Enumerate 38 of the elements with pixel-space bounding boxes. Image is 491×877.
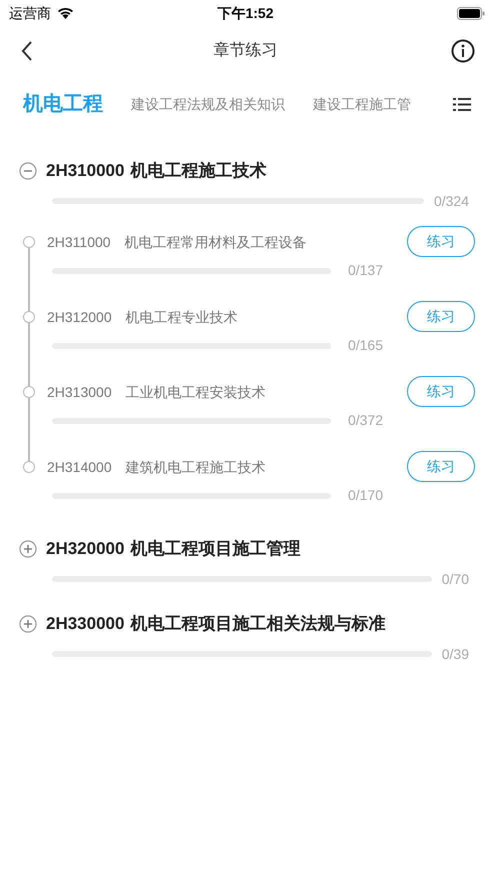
question-count: 0/137 bbox=[346, 261, 383, 280]
question-count: 0/70 bbox=[442, 570, 469, 588]
expand-icon[interactable] bbox=[19, 615, 37, 633]
chapter-title: 机电工程项目施工相关法规与标准 bbox=[130, 613, 386, 636]
chapter-title: 机电工程项目施工管理 bbox=[130, 538, 300, 560]
section-title: 机电工程专业技术 bbox=[126, 308, 238, 326]
section-code: 2H314000 bbox=[47, 458, 112, 476]
chapter-title: 机电工程施工技术 bbox=[130, 160, 266, 182]
section-title: 机电工程常用材料及工程设备 bbox=[124, 233, 307, 251]
section-code: 2H311000 bbox=[47, 233, 111, 251]
question-count: 0/170 bbox=[346, 486, 383, 505]
battery-icon bbox=[457, 6, 485, 20]
practice-button[interactable]: 练习 bbox=[407, 301, 475, 332]
collapse-icon[interactable] bbox=[19, 162, 37, 180]
category-tab[interactable]: 建设工程法规及相关知识 bbox=[131, 94, 285, 114]
page-title: 章节练习 bbox=[214, 40, 278, 61]
question-count: 0/372 bbox=[346, 411, 383, 430]
section-title: 建筑机电工程施工技术 bbox=[126, 458, 266, 476]
carrier-name: 运营商 bbox=[9, 4, 51, 22]
question-count: 0/165 bbox=[346, 336, 383, 355]
expand-icon[interactable] bbox=[19, 540, 37, 558]
category-tab[interactable]: 建设工程施工管 bbox=[313, 94, 411, 114]
back-icon[interactable] bbox=[21, 41, 33, 61]
practice-button[interactable]: 练习 bbox=[407, 226, 475, 257]
list-menu-icon[interactable] bbox=[453, 96, 471, 112]
practice-button[interactable]: 练习 bbox=[407, 376, 475, 407]
section-code: 2H312000 bbox=[47, 308, 112, 326]
wifi-icon bbox=[57, 7, 74, 19]
section-title: 工业机电工程安装技术 bbox=[126, 383, 266, 401]
status-time: 下午1:52 bbox=[217, 4, 274, 22]
chapter-code: 2H330000 bbox=[46, 613, 124, 636]
practice-button[interactable]: 练习 bbox=[407, 451, 475, 482]
section-code: 2H313000 bbox=[47, 383, 112, 401]
chapter-code: 2H320000 bbox=[46, 538, 124, 560]
chapter-code: 2H310000 bbox=[46, 160, 124, 182]
question-count: 0/324 bbox=[434, 192, 469, 210]
question-count: 0/39 bbox=[442, 644, 469, 664]
info-icon[interactable] bbox=[451, 39, 475, 63]
